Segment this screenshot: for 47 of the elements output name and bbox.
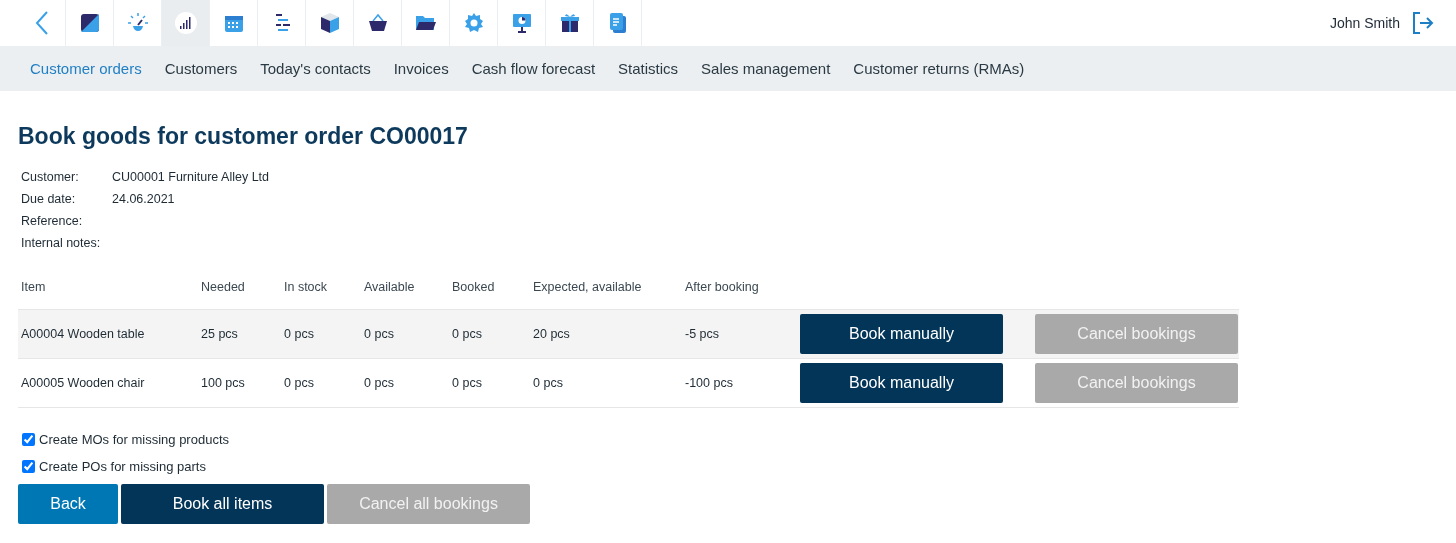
table-cell-text: 0 pcs [451,327,483,341]
column-header: After booking [684,280,760,294]
table-cell-text: 0 pcs [283,376,315,390]
checkbox-label: Create POs for missing parts [39,459,206,474]
table-cell-text: A00004 Wooden table [20,327,146,341]
nav-tab[interactable]: Statistics [618,60,679,77]
field-value: CU00001 Furniture Alley Ltd [112,170,271,184]
field-value: 24.06.2021 [112,192,176,206]
field-label: Reference: [21,214,84,228]
table-cell-text: A00005 Wooden chair [20,376,146,390]
table-cell-text: -5 pcs [684,327,721,341]
user-name[interactable]: John Smith [1329,15,1400,31]
book-manually-button[interactable]: Book manually [800,363,1003,403]
field-label: Internal notes: [21,236,102,250]
checkbox[interactable] [22,460,35,473]
table-cell-text: 25 pcs [200,327,239,341]
table-cell-text: 0 pcs [363,376,395,390]
table-cell-text: 0 pcs [451,376,483,390]
column-header: In stock [283,280,329,294]
nav-tab[interactable]: Invoices [393,60,449,77]
table-cell-text: 0 pcs [532,376,564,390]
nav-tab[interactable]: Customer returns (RMAs) [853,60,1025,77]
column-header: Booked [451,280,496,294]
action-button[interactable]: Book all items [121,484,324,524]
page-title: Book goods for customer order CO00017 [18,123,469,150]
table-cell-text: 0 pcs [283,327,315,341]
table-cell-text: 20 pcs [532,327,571,341]
column-header: Needed [200,280,246,294]
nav-tab[interactable]: Sales management [701,60,831,77]
back-button[interactable]: Back [18,484,118,524]
signal-bars-icon[interactable] [173,11,198,35]
table-cell-text: -100 pcs [684,376,734,390]
column-header: Expected, available [532,280,643,294]
nav-tab[interactable]: Today's contacts [260,60,371,77]
field-label: Customer: [21,170,80,184]
column-header: Available [363,280,416,294]
nav-tab[interactable]: Customer orders [30,60,142,77]
checkbox[interactable] [22,433,35,446]
table-cell-text: 0 pcs [363,327,395,341]
logout-icon[interactable] [1412,11,1434,35]
nav-tab[interactable]: Customers [164,60,238,77]
table-cell-text: 100 pcs [200,376,246,390]
column-header: Item [20,280,47,294]
nav-tab[interactable]: Cash flow forecast [471,60,596,77]
checkbox-label: Create MOs for missing products [39,432,229,447]
field-label: Due date: [21,192,77,206]
book-manually-button[interactable]: Book manually [800,314,1003,354]
